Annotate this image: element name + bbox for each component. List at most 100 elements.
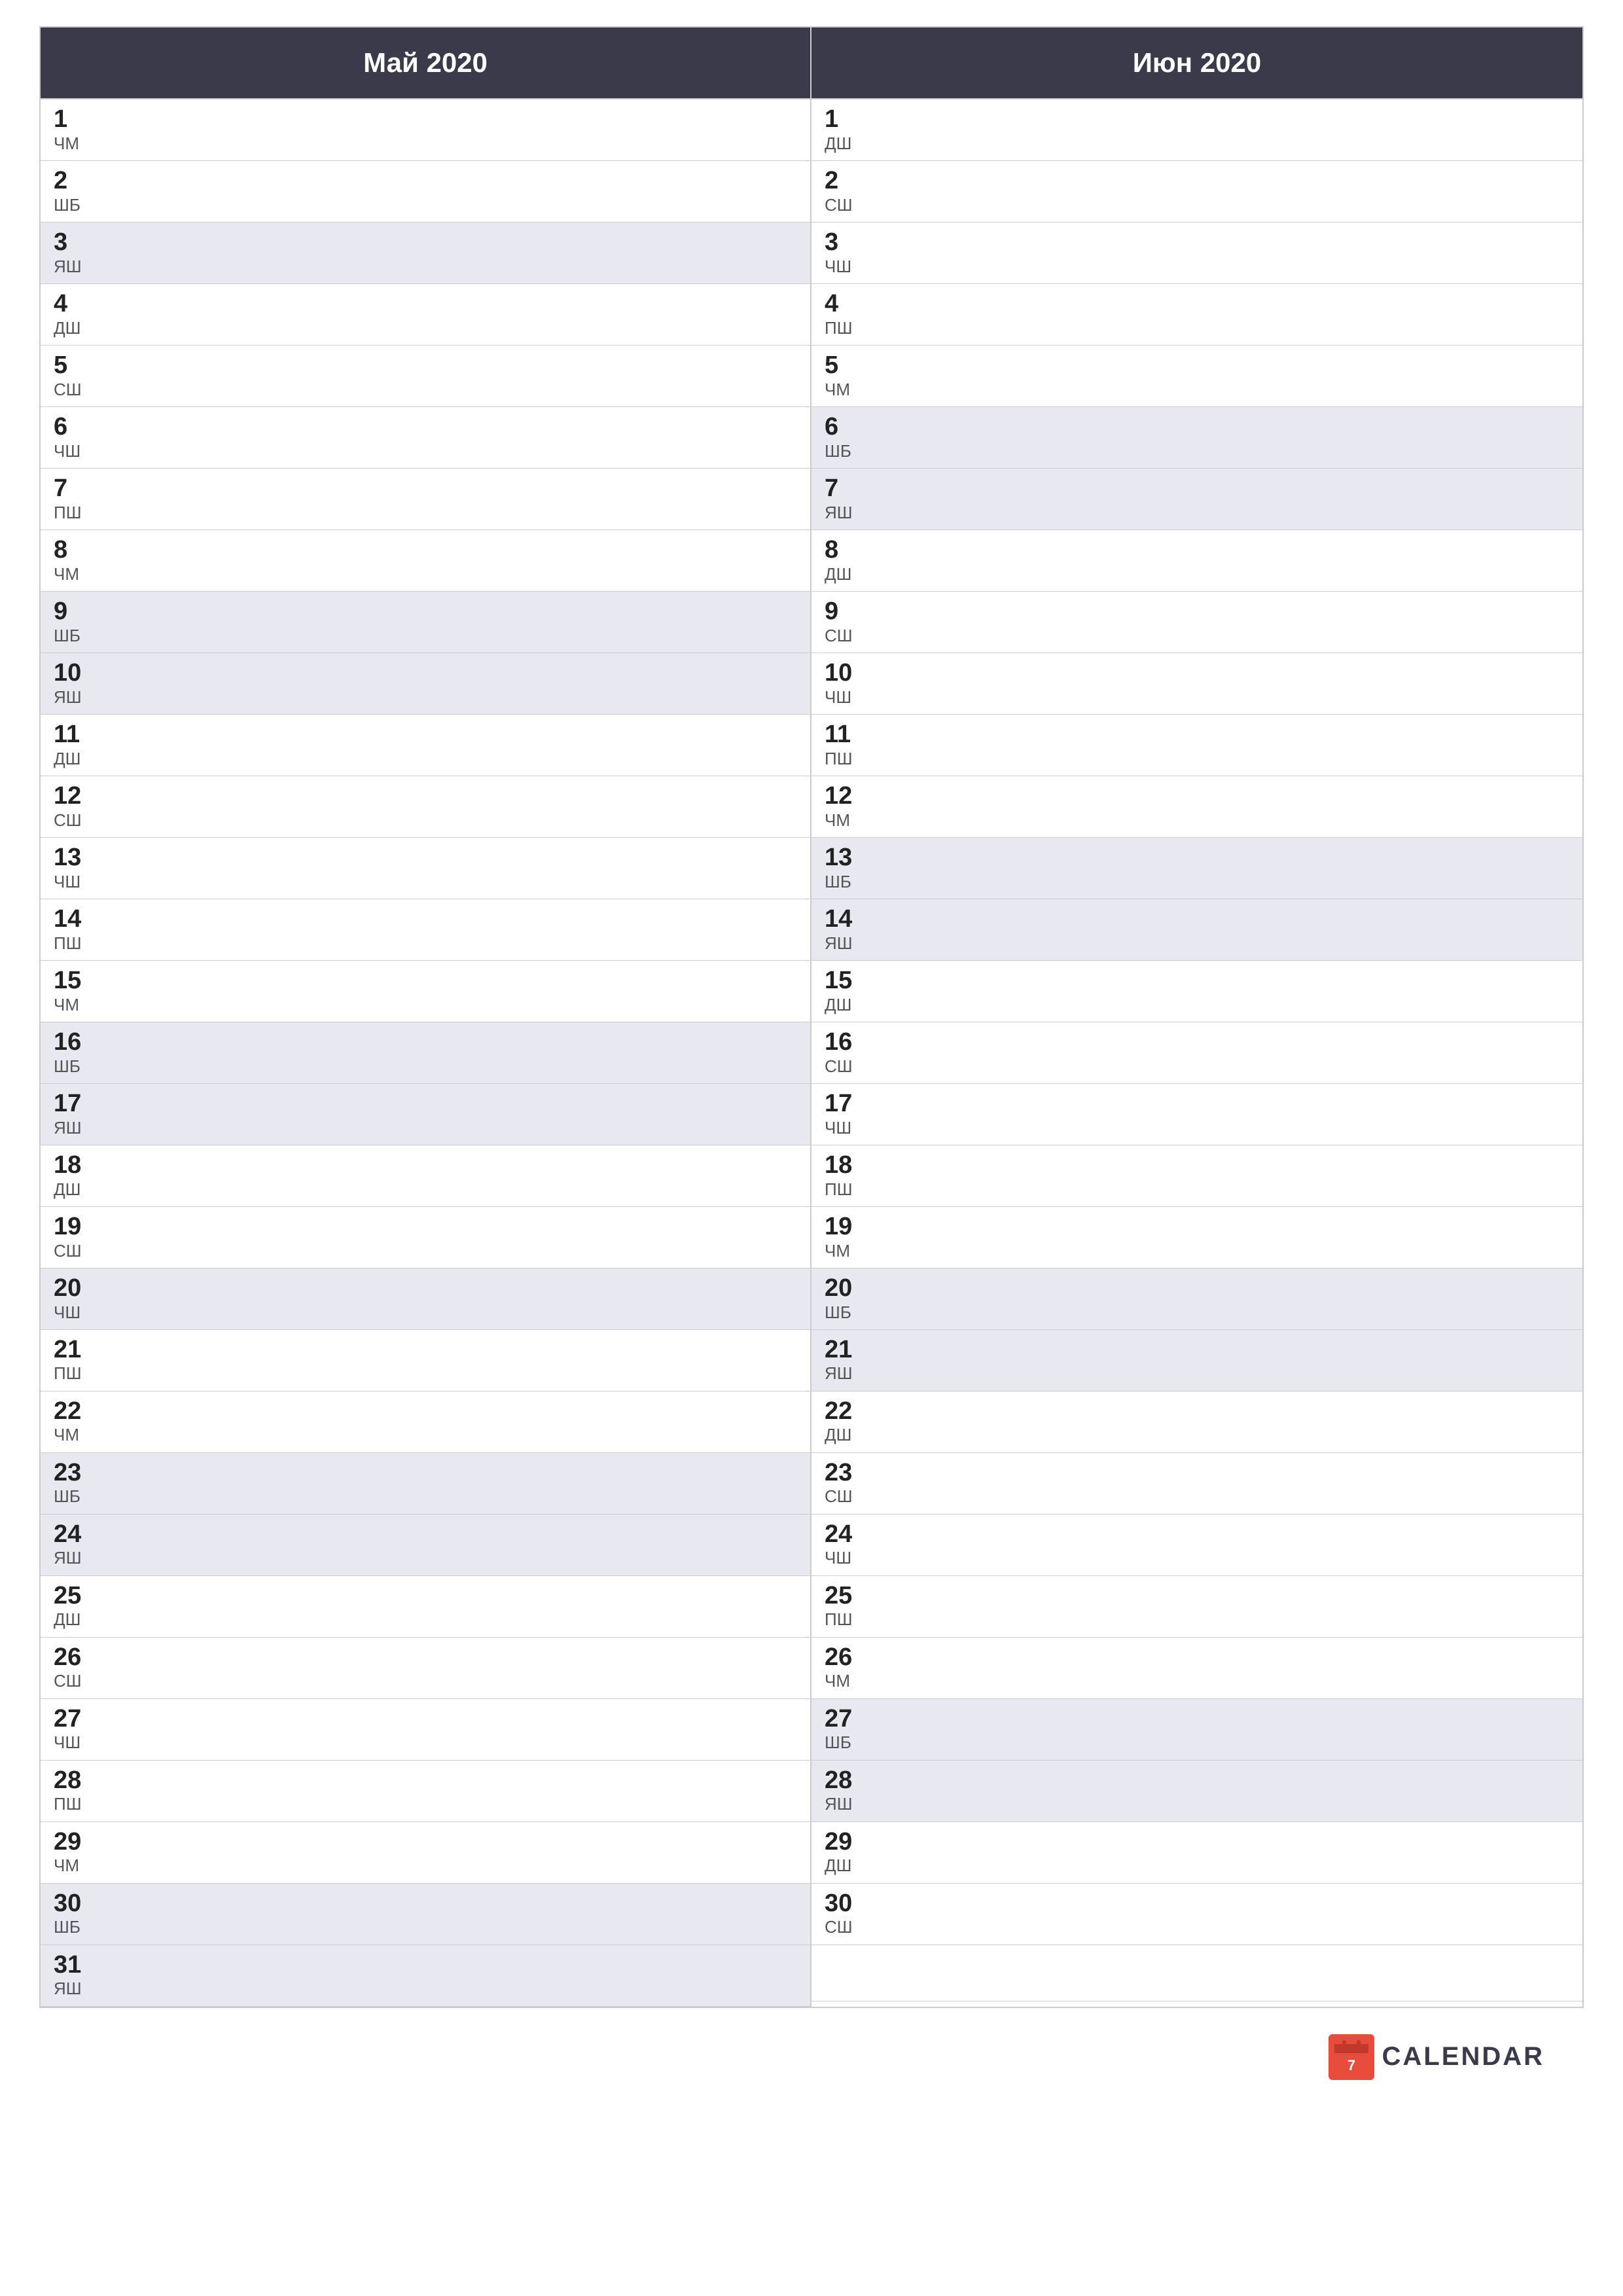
day-abbr: ЧШ bbox=[825, 1548, 1569, 1568]
day-abbr: ЧМ bbox=[825, 810, 1569, 831]
day-number: 29 bbox=[825, 1829, 1569, 1856]
day-abbr: ШБ bbox=[825, 441, 1569, 461]
calendar-grid: Май 2020 Июн 2020 1ЧМ2ШБ3ЯШ4ДШ5СШ6ЧШ7ПШ8… bbox=[39, 26, 1584, 2008]
may-day-2: 2ШБ bbox=[41, 161, 810, 223]
day-number: 3 bbox=[825, 229, 1569, 257]
day-number: 11 bbox=[825, 721, 1569, 749]
day-abbr: ЧМ bbox=[54, 134, 797, 154]
day-number: 9 bbox=[54, 598, 797, 626]
may-day-25: 25ДШ bbox=[41, 1576, 810, 1638]
day-abbr: ШБ bbox=[825, 1302, 1569, 1323]
day-abbr: ШБ bbox=[54, 1486, 797, 1507]
day-number: 20 bbox=[54, 1275, 797, 1302]
day-number: 1 bbox=[54, 106, 797, 134]
day-abbr: ЯШ bbox=[825, 1794, 1569, 1814]
day-abbr: СШ bbox=[825, 195, 1569, 215]
logo-icon: 7 bbox=[1329, 2034, 1374, 2080]
day-number: 16 bbox=[54, 1029, 797, 1056]
days-container: 1ЧМ2ШБ3ЯШ4ДШ5СШ6ЧШ7ПШ8ЧМ9ШБ10ЯШ11ДШ12СШ1… bbox=[41, 99, 1582, 2007]
day-abbr: ЯШ bbox=[54, 1979, 797, 1999]
day-number: 18 bbox=[54, 1152, 797, 1179]
day-abbr: ЯШ bbox=[54, 257, 797, 277]
day-number: 20 bbox=[825, 1275, 1569, 1302]
day-number: 30 bbox=[825, 1890, 1569, 1918]
page: Май 2020 Июн 2020 1ЧМ2ШБ3ЯШ4ДШ5СШ6ЧШ7ПШ8… bbox=[0, 0, 1623, 2296]
day-number: 21 bbox=[54, 1336, 797, 1364]
day-abbr: ПШ bbox=[54, 1794, 797, 1814]
june-day-18: 18ПШ bbox=[812, 1145, 1582, 1207]
day-abbr: ЯШ bbox=[54, 1548, 797, 1568]
day-number: 2 bbox=[54, 168, 797, 195]
day-abbr: ЧШ bbox=[825, 687, 1569, 708]
may-day-13: 13ЧШ bbox=[41, 838, 810, 899]
may-day-6: 6ЧШ bbox=[41, 407, 810, 469]
june-day-5: 5ЧМ bbox=[812, 346, 1582, 407]
day-number: 24 bbox=[54, 1521, 797, 1549]
june-day-25: 25ПШ bbox=[812, 1576, 1582, 1638]
may-day-31: 31ЯШ bbox=[41, 1945, 810, 2007]
day-number: 10 bbox=[54, 660, 797, 687]
day-abbr: ЧМ bbox=[54, 995, 797, 1015]
june-day-14: 14ЯШ bbox=[812, 899, 1582, 961]
june-day-3: 3ЧШ bbox=[812, 223, 1582, 284]
day-number: 25 bbox=[54, 1583, 797, 1610]
june-header: Июн 2020 bbox=[812, 27, 1582, 98]
day-number: 15 bbox=[825, 967, 1569, 995]
may-title: Май 2020 bbox=[363, 47, 488, 78]
june-title: Июн 2020 bbox=[1133, 47, 1262, 78]
header-row: Май 2020 Июн 2020 bbox=[41, 27, 1582, 99]
june-day-19: 19ЧМ bbox=[812, 1207, 1582, 1268]
day-number: 4 bbox=[825, 291, 1569, 318]
day-number: 8 bbox=[54, 537, 797, 564]
day-number: 23 bbox=[825, 1460, 1569, 1487]
june-day-15: 15ДШ bbox=[812, 961, 1582, 1022]
may-day-24: 24ЯШ bbox=[41, 1515, 810, 1576]
may-day-3: 3ЯШ bbox=[41, 223, 810, 284]
empty-june-31 bbox=[812, 1945, 1582, 2001]
june-day-30: 30СШ bbox=[812, 1884, 1582, 1945]
june-day-10: 10ЧШ bbox=[812, 653, 1582, 715]
may-day-21: 21ПШ bbox=[41, 1330, 810, 1391]
may-day-7: 7ПШ bbox=[41, 469, 810, 530]
day-number: 29 bbox=[54, 1829, 797, 1856]
may-day-23: 23ШБ bbox=[41, 1453, 810, 1515]
day-number: 26 bbox=[54, 1644, 797, 1672]
day-abbr: ДШ bbox=[54, 318, 797, 338]
may-day-17: 17ЯШ bbox=[41, 1084, 810, 1145]
logo-text: CALENDAR bbox=[1382, 2042, 1544, 2072]
may-day-12: 12СШ bbox=[41, 776, 810, 838]
day-abbr: ДШ bbox=[825, 1425, 1569, 1445]
day-number: 23 bbox=[54, 1460, 797, 1487]
may-day-19: 19СШ bbox=[41, 1207, 810, 1268]
day-number: 8 bbox=[825, 537, 1569, 564]
june-day-13: 13ШБ bbox=[812, 838, 1582, 899]
day-number: 31 bbox=[54, 1952, 797, 1979]
day-abbr: ЧШ bbox=[54, 1302, 797, 1323]
day-abbr: ДШ bbox=[825, 134, 1569, 154]
day-abbr: ДШ bbox=[54, 1609, 797, 1630]
day-number: 10 bbox=[825, 660, 1569, 687]
june-day-27: 27ШБ bbox=[812, 1699, 1582, 1761]
june-day-16: 16СШ bbox=[812, 1022, 1582, 1084]
day-abbr: ЯШ bbox=[825, 1363, 1569, 1384]
day-number: 12 bbox=[825, 783, 1569, 810]
day-abbr: ЧМ bbox=[825, 1241, 1569, 1261]
may-day-10: 10ЯШ bbox=[41, 653, 810, 715]
day-number: 27 bbox=[54, 1706, 797, 1733]
day-number: 14 bbox=[54, 906, 797, 933]
day-number: 12 bbox=[54, 783, 797, 810]
day-abbr: ДШ bbox=[54, 1179, 797, 1200]
day-number: 30 bbox=[54, 1890, 797, 1918]
day-abbr: СШ bbox=[825, 1056, 1569, 1077]
day-number: 2 bbox=[825, 168, 1569, 195]
day-number: 17 bbox=[54, 1090, 797, 1118]
may-day-22: 22ЧМ bbox=[41, 1391, 810, 1453]
day-number: 25 bbox=[825, 1583, 1569, 1610]
may-day-16: 16ШБ bbox=[41, 1022, 810, 1084]
may-day-28: 28ПШ bbox=[41, 1761, 810, 1822]
june-day-2: 2СШ bbox=[812, 161, 1582, 223]
day-number: 14 bbox=[825, 906, 1569, 933]
day-number: 5 bbox=[825, 352, 1569, 380]
june-day-21: 21ЯШ bbox=[812, 1330, 1582, 1391]
day-abbr: ЧМ bbox=[54, 1425, 797, 1445]
